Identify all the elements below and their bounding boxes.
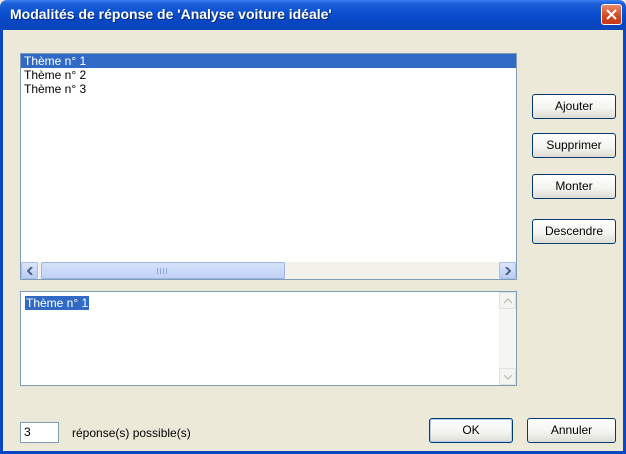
scroll-down-button[interactable]: [499, 368, 516, 385]
arrow-right-icon: [505, 267, 511, 275]
theme-text-value[interactable]: Thème n° 1: [25, 296, 90, 310]
vertical-scrollbar[interactable]: [499, 292, 516, 385]
move-down-button[interactable]: Descendre: [532, 219, 616, 244]
cancel-button[interactable]: Annuler: [527, 418, 616, 443]
theme-text-field[interactable]: Thème n° 1: [20, 291, 517, 386]
list-item[interactable]: Thème n° 2: [21, 68, 516, 82]
scroll-thumb[interactable]: [41, 262, 285, 279]
arrow-up-icon: [504, 298, 512, 304]
arrow-down-icon: [504, 374, 512, 380]
ok-button[interactable]: OK: [429, 418, 513, 443]
add-button[interactable]: Ajouter: [532, 94, 616, 119]
response-count-label: réponse(s) possible(s): [72, 426, 191, 440]
scroll-up-button[interactable]: [499, 292, 516, 309]
list-item[interactable]: Thème n° 3: [21, 82, 516, 96]
scroll-right-button[interactable]: [499, 262, 516, 279]
move-up-button[interactable]: Monter: [532, 174, 616, 199]
arrow-left-icon: [27, 267, 33, 275]
close-button[interactable]: [601, 4, 622, 25]
window-title: Modalités de réponse de 'Analyse voiture…: [10, 6, 332, 22]
list-item[interactable]: Thème n° 1: [21, 54, 516, 68]
delete-button[interactable]: Supprimer: [532, 133, 616, 158]
grip-icon: [157, 268, 167, 274]
response-list[interactable]: Thème n° 1 Thème n° 2 Thème n° 3: [20, 53, 517, 280]
scroll-left-button[interactable]: [21, 262, 38, 279]
close-icon: [606, 9, 617, 20]
title-bar: Modalités de réponse de 'Analyse voiture…: [0, 0, 626, 30]
response-count-input[interactable]: 3: [20, 422, 59, 443]
horizontal-scrollbar[interactable]: [21, 262, 516, 279]
